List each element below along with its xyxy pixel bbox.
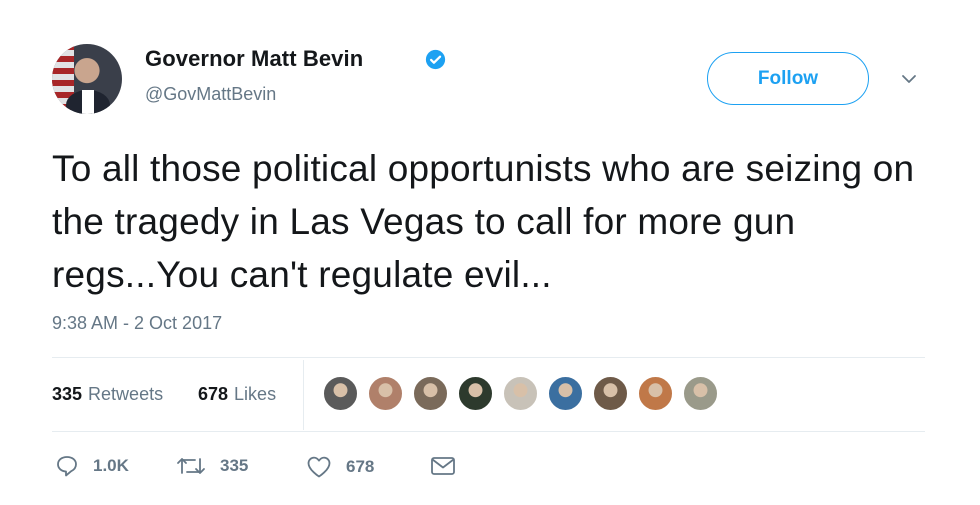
liker-avatar[interactable] — [412, 375, 449, 412]
retweet-icon — [177, 458, 205, 474]
follow-button[interactable]: Follow — [707, 52, 869, 105]
tweet-timestamp[interactable]: 9:38 AM - 2 Oct 2017 — [52, 313, 222, 334]
liker-avatar[interactable] — [592, 375, 629, 412]
liker-avatar[interactable] — [457, 375, 494, 412]
verified-badge-icon — [425, 49, 446, 70]
liker-avatar[interactable] — [682, 375, 719, 412]
author-name[interactable]: Governor Matt Bevin — [145, 46, 363, 72]
like-button[interactable]: 678 — [306, 455, 374, 479]
liker-avatar[interactable] — [322, 375, 359, 412]
avatar-shirt — [82, 90, 94, 114]
reply-icon — [57, 456, 77, 477]
divider-top — [52, 357, 925, 358]
likes-label: Likes — [234, 384, 277, 404]
liker-avatar[interactable] — [637, 375, 674, 412]
author-avatar[interactable] — [52, 44, 122, 114]
divider-bottom — [52, 431, 925, 432]
chevron-down-icon[interactable] — [900, 70, 918, 88]
retweet-button[interactable]: 335 — [176, 455, 248, 477]
retweets-stat[interactable]: 335 Retweets — [52, 384, 163, 405]
like-count: 678 — [346, 457, 375, 476]
liker-avatar[interactable] — [367, 375, 404, 412]
reply-count: 1.0K — [93, 456, 129, 475]
retweet-count: 335 — [220, 456, 249, 475]
liker-avatar[interactable] — [547, 375, 584, 412]
retweets-label: Retweets — [88, 384, 164, 404]
stats-separator — [303, 360, 304, 430]
likes-stat[interactable]: 678 Likes — [198, 384, 276, 405]
reply-button[interactable]: 1.0K — [55, 455, 129, 477]
liker-avatar[interactable] — [502, 375, 539, 412]
tweet-text: To all those political opportunists who … — [52, 148, 915, 295]
likes-count: 678 — [198, 384, 229, 404]
retweets-count: 335 — [52, 384, 83, 404]
like-icon — [307, 456, 331, 478]
direct-message-icon — [431, 457, 455, 475]
direct-message-button[interactable] — [430, 455, 470, 477]
author-handle[interactable]: @GovMattBevin — [145, 84, 276, 105]
